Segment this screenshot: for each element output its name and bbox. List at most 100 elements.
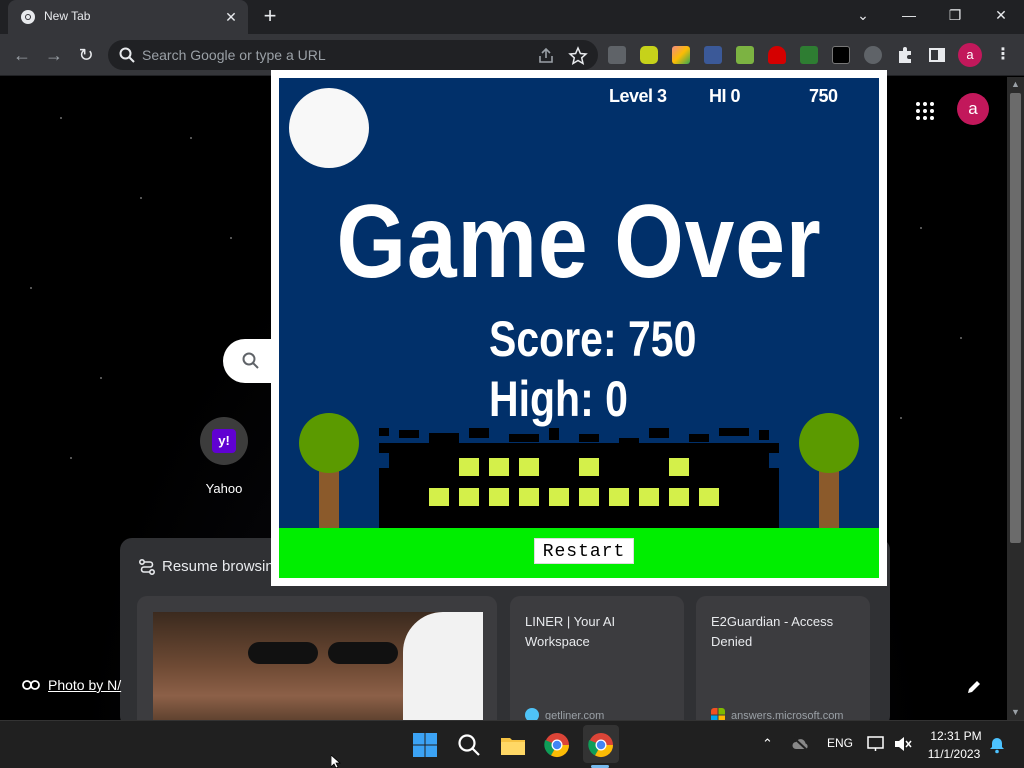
tree-trunk-left	[319, 470, 339, 528]
window	[579, 458, 599, 476]
extension-7-icon[interactable]	[800, 46, 818, 64]
side-panel-icon[interactable]	[928, 46, 946, 64]
reload-button[interactable]: ↻	[74, 43, 98, 67]
forward-button[interactable]: →	[42, 43, 66, 67]
extension-8-icon[interactable]	[832, 46, 850, 64]
extension-active-icon[interactable]	[864, 46, 882, 64]
shortcut-label: Yahoo	[205, 481, 243, 496]
final-high-score: High: 0	[489, 371, 628, 427]
back-button[interactable]: ←	[10, 43, 34, 67]
search-icon	[242, 352, 259, 369]
network-icon[interactable]	[866, 735, 886, 753]
google-apps-icon[interactable]	[913, 99, 937, 123]
card-thumbnail	[153, 612, 483, 720]
windows-start-icon[interactable]	[411, 731, 439, 759]
resume-card-photo[interactable]	[137, 596, 497, 720]
tree-trunk-right	[819, 470, 839, 528]
scroll-up-icon[interactable]: ▲	[1007, 77, 1024, 91]
extension-3-icon[interactable]	[672, 46, 690, 64]
shortcut-yahoo[interactable]: y! Yahoo	[193, 417, 255, 503]
shortcut-icon-bg: y!	[200, 417, 248, 465]
share-icon[interactable]	[536, 46, 556, 66]
window	[459, 488, 479, 506]
window	[669, 458, 689, 476]
yahoo-icon: y!	[212, 429, 236, 453]
window	[459, 458, 479, 476]
extension-5-icon[interactable]	[736, 46, 754, 64]
onedrive-icon[interactable]	[791, 736, 811, 752]
card-domain: getliner.com	[545, 710, 605, 720]
tab-title: New Tab	[44, 9, 91, 23]
photo-credit-text: Photo by N/	[48, 677, 122, 693]
extension-4-icon[interactable]	[704, 46, 722, 64]
extension-6-icon[interactable]	[768, 46, 786, 64]
taskbar: ⌃ ENG 12:31 PM 11/1/2023	[0, 720, 1024, 768]
account-avatar[interactable]: a	[957, 93, 989, 125]
file-explorer-icon[interactable]	[499, 731, 527, 759]
extension-2-icon[interactable]	[640, 46, 658, 64]
game-popup: Level 3 HI 0 750 Game Over Score: 750 Hi…	[271, 70, 887, 586]
final-score: Score: 750	[489, 311, 697, 367]
journeys-icon	[138, 558, 156, 576]
resume-card-liner[interactable]: LINER | Your AI Workspace getliner.com	[510, 596, 684, 720]
mouse-cursor-icon	[331, 755, 341, 768]
restart-button[interactable]: Restart	[534, 538, 634, 564]
chevron-up-icon[interactable]: ⌃	[762, 736, 773, 754]
liner-icon	[525, 708, 539, 720]
search-icon	[119, 47, 135, 63]
close-tab-icon[interactable]: ✕	[222, 8, 240, 26]
window	[549, 488, 569, 506]
puzzle-icon[interactable]	[896, 46, 914, 64]
window	[609, 488, 629, 506]
card-title: E2Guardian - Access Denied	[711, 614, 834, 649]
window	[429, 488, 449, 506]
clock-time[interactable]: 12:31 PM	[926, 729, 986, 743]
scroll-thumb[interactable]	[1010, 93, 1021, 543]
tree-left	[299, 413, 359, 473]
photo-credit-link[interactable]: Photo by N/	[22, 677, 121, 693]
search-icon[interactable]	[455, 731, 483, 759]
chrome-icon[interactable]	[543, 731, 571, 759]
screen: New Tab ✕ + ⌄ — ❐ ✕ ← → ↻ Search Google …	[0, 0, 1024, 768]
card-title: LINER | Your AI Workspace	[525, 614, 616, 649]
clock-date[interactable]: 11/1/2023	[922, 747, 986, 761]
bookmark-star-icon[interactable]	[568, 46, 588, 66]
tab-strip: New Tab ✕ + ⌄ — ❐ ✕	[0, 0, 1024, 34]
hud-high-score: HI 0	[709, 86, 741, 106]
page-scrollbar[interactable]: ▲ ▼	[1007, 77, 1024, 720]
chrome-icon	[21, 10, 35, 24]
card-domain: answers.microsoft.com	[731, 710, 844, 720]
customize-pencil-icon[interactable]	[966, 679, 982, 695]
omnibox-placeholder: Search Google or type a URL	[142, 47, 326, 63]
restore-button[interactable]: ❐	[932, 0, 978, 30]
profile-button[interactable]: a	[958, 43, 982, 67]
moon	[289, 88, 369, 168]
resume-card-e2guardian[interactable]: E2Guardian - Access Denied answers.micro…	[696, 596, 870, 720]
window-close-button[interactable]: ✕	[978, 0, 1024, 30]
notification-bell-icon[interactable]	[988, 736, 1006, 754]
hud-score: 750	[809, 86, 838, 106]
game-canvas[interactable]: Level 3 HI 0 750 Game Over Score: 750 Hi…	[279, 78, 879, 578]
omnibox[interactable]: Search Google or type a URL	[108, 40, 598, 70]
tab-new-tab[interactable]: New Tab ✕	[8, 0, 248, 34]
speaker-muted-icon[interactable]	[893, 735, 913, 753]
language-indicator[interactable]: ENG	[827, 736, 853, 754]
link-icon	[22, 680, 40, 690]
window	[489, 488, 509, 506]
extension-1-icon[interactable]	[608, 46, 626, 64]
resume-browsing-title: Resume browsin	[162, 558, 274, 575]
minimize-button[interactable]: —	[886, 0, 932, 30]
tab-search-icon[interactable]: ⌄	[840, 0, 886, 30]
window	[519, 488, 539, 506]
window	[519, 458, 539, 476]
new-tab-button[interactable]: +	[258, 5, 282, 29]
game-over-title: Game Over	[336, 184, 822, 300]
window	[579, 488, 599, 506]
scroll-down-icon[interactable]: ▼	[1007, 705, 1024, 719]
window	[489, 458, 509, 476]
window	[699, 488, 719, 506]
window	[639, 488, 659, 506]
menu-icon[interactable]: ⋮	[995, 45, 1011, 65]
chrome-active-icon[interactable]	[587, 731, 615, 759]
window	[669, 488, 689, 506]
